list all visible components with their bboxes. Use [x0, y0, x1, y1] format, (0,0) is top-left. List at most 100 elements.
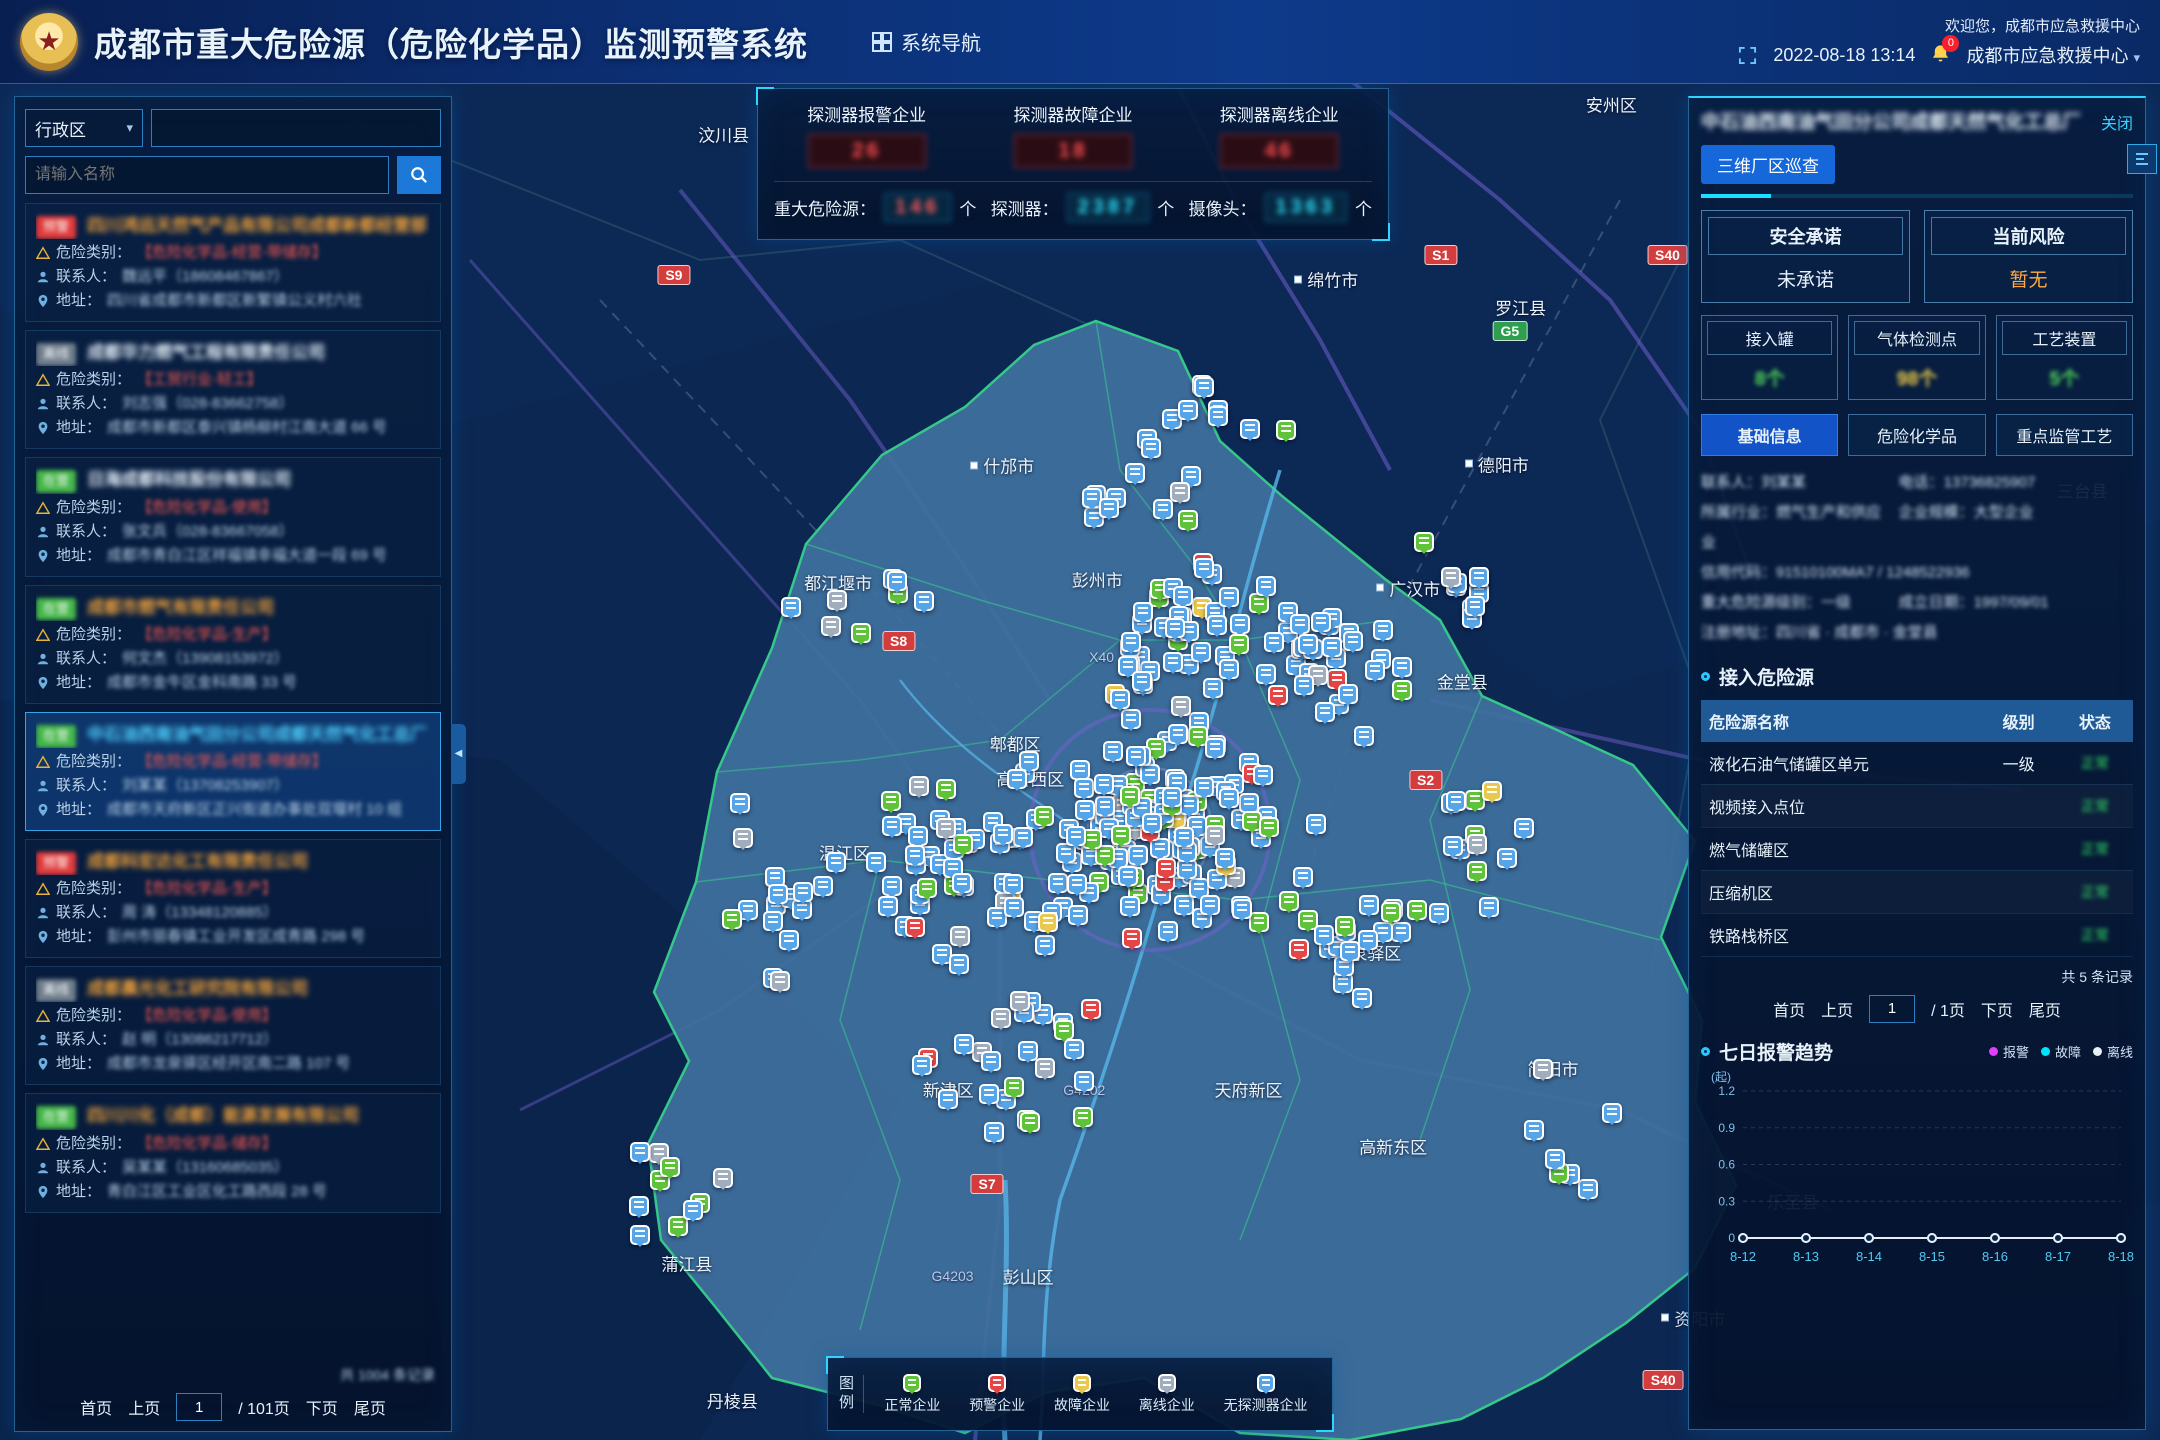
map-marker-no-detector[interactable] [1178, 400, 1198, 420]
map-marker-no-detector[interactable] [1007, 769, 1027, 789]
map-marker-no-detector[interactable] [1256, 664, 1276, 684]
map-marker-no-detector[interactable] [878, 896, 898, 916]
map-marker-no-detector[interactable] [1194, 777, 1214, 797]
legend-item[interactable]: 故障企业 [1054, 1374, 1110, 1415]
map-marker-no-detector[interactable] [1075, 800, 1095, 820]
map-marker-normal[interactable] [881, 791, 901, 811]
map-marker-normal[interactable] [1020, 1112, 1040, 1132]
map-marker-no-detector[interactable] [1343, 631, 1363, 651]
next-page-button[interactable]: 下页 [306, 1395, 338, 1419]
org-dropdown[interactable]: 成都市应急救援中心 ▾ [1966, 42, 2140, 68]
map-marker-no-detector[interactable] [1118, 866, 1138, 886]
map-marker-no-detector[interactable] [954, 1034, 974, 1054]
map-marker-no-detector[interactable] [1315, 702, 1335, 722]
page-number-input[interactable] [176, 1393, 222, 1421]
legend-item[interactable]: 离线企业 [1139, 1374, 1195, 1415]
search-input[interactable] [25, 156, 389, 194]
map-marker-no-detector[interactable] [1018, 1041, 1038, 1061]
map-marker-no-detector[interactable] [1290, 614, 1310, 634]
map-marker-no-detector[interactable] [1392, 657, 1412, 677]
map-marker-no-detector[interactable] [1340, 941, 1360, 961]
map-marker-no-detector[interactable] [984, 1122, 1004, 1142]
map-marker-offline[interactable] [1533, 1059, 1553, 1079]
hazard-table-row[interactable]: 压缩机区 正常 [1701, 870, 2133, 913]
map-marker-no-detector[interactable] [1099, 498, 1119, 518]
map-marker-no-detector[interactable] [1207, 615, 1227, 635]
map-marker-no-detector[interactable] [1446, 791, 1466, 811]
map-marker-offline[interactable] [827, 590, 847, 610]
map-marker-normal[interactable] [851, 623, 871, 643]
map-marker-no-detector[interactable] [1125, 463, 1145, 483]
map-marker-normal[interactable] [722, 909, 742, 929]
map-marker-offline[interactable] [991, 1008, 1011, 1028]
map-marker-no-detector[interactable] [1514, 818, 1534, 838]
map-marker-no-detector[interactable] [1365, 660, 1385, 680]
map-marker-offline[interactable] [1170, 482, 1190, 502]
map-marker-no-detector[interactable] [781, 597, 801, 617]
map-marker-no-detector[interactable] [1191, 642, 1211, 662]
map-marker-no-detector[interactable] [1338, 684, 1358, 704]
map-marker-no-detector[interactable] [683, 1200, 703, 1220]
map-marker-no-detector[interactable] [1232, 899, 1252, 919]
map-marker-no-detector[interactable] [1443, 836, 1463, 856]
map-marker-no-detector[interactable] [1306, 814, 1326, 834]
map-marker-no-detector[interactable] [1194, 377, 1214, 397]
map-marker-no-detector[interactable] [1121, 632, 1141, 652]
map-marker-normal[interactable] [1073, 1107, 1093, 1127]
map-marker-no-detector[interactable] [1168, 724, 1188, 744]
map-marker-no-detector[interactable] [938, 1089, 958, 1109]
map-marker-no-detector[interactable] [1194, 558, 1214, 578]
map-marker-offline[interactable] [713, 1168, 733, 1188]
map-marker-no-detector[interactable] [1253, 765, 1273, 785]
map-marker-no-detector[interactable] [1359, 895, 1379, 915]
map-marker-no-detector[interactable] [730, 793, 750, 813]
map-marker-no-detector[interactable] [779, 930, 799, 950]
map-marker-no-detector[interactable] [1120, 896, 1140, 916]
map-marker-no-detector[interactable] [1240, 419, 1260, 439]
prev-page-button[interactable]: 上页 [1821, 997, 1853, 1021]
map-marker-normal[interactable] [1259, 817, 1279, 837]
map-marker-normal[interactable] [953, 834, 973, 854]
map-marker-alarm[interactable] [905, 917, 925, 937]
map-marker-no-detector[interactable] [1004, 897, 1024, 917]
map-marker-no-detector[interactable] [1354, 726, 1374, 746]
map-marker-no-detector[interactable] [882, 876, 902, 896]
map-marker-alarm[interactable] [1081, 999, 1101, 1019]
map-marker-no-detector[interactable] [1311, 612, 1331, 632]
map-marker-no-detector[interactable] [1110, 689, 1130, 709]
map-marker-offline[interactable] [821, 616, 841, 636]
map-marker-no-detector[interactable] [1429, 903, 1449, 923]
company-list-item[interactable]: 离线 成都晨光化工研究院有限公司 危险类别：【危险化学品-使用】 联系人：赵 明… [25, 966, 441, 1085]
map-marker-no-detector[interactable] [1358, 930, 1378, 950]
sidebar-collapse-handle[interactable]: ◀ [451, 724, 466, 784]
map-marker-offline[interactable] [733, 828, 753, 848]
map-marker-normal[interactable] [1178, 510, 1198, 530]
map-marker-no-detector[interactable] [1293, 867, 1313, 887]
map-marker-no-detector[interactable] [1153, 499, 1173, 519]
trend-legend-item[interactable]: 离线 [2093, 1042, 2133, 1061]
map-marker-no-detector[interactable] [1074, 1071, 1094, 1091]
hazard-table-row[interactable]: 视频接入点位 正常 [1701, 784, 2133, 827]
map-marker-no-detector[interactable] [826, 852, 846, 872]
map-marker-no-detector[interactable] [1264, 632, 1284, 652]
map-marker-normal[interactable] [1004, 1077, 1024, 1097]
map-marker-normal[interactable] [1276, 420, 1296, 440]
map-marker-no-detector[interactable] [979, 1084, 999, 1104]
map-marker-no-detector[interactable] [981, 1051, 1001, 1071]
map-marker-fault[interactable] [1482, 781, 1502, 801]
map-marker-offline[interactable] [909, 776, 929, 796]
map-marker-no-detector[interactable] [1524, 1120, 1544, 1140]
map-marker-no-detector[interactable] [905, 845, 925, 865]
map-marker-no-detector[interactable] [1469, 567, 1489, 587]
map-marker-no-detector[interactable] [1126, 746, 1146, 766]
map-marker-no-detector[interactable] [1174, 827, 1194, 847]
map-marker-normal[interactable] [1120, 786, 1140, 806]
map-marker-offline[interactable] [770, 971, 790, 991]
map-marker-no-detector[interactable] [1578, 1179, 1598, 1199]
map-marker-no-detector[interactable] [1173, 586, 1193, 606]
company-list-item[interactable]: 在营 成都市燃气有限责任公司 危险类别：【危险化学品-生产】 联系人：何文杰（1… [25, 585, 441, 704]
map-marker-normal[interactable] [1407, 900, 1427, 920]
map-marker-no-detector[interactable] [1141, 438, 1161, 458]
map-marker-normal[interactable] [1229, 634, 1249, 654]
map-marker-no-detector[interactable] [866, 852, 886, 872]
